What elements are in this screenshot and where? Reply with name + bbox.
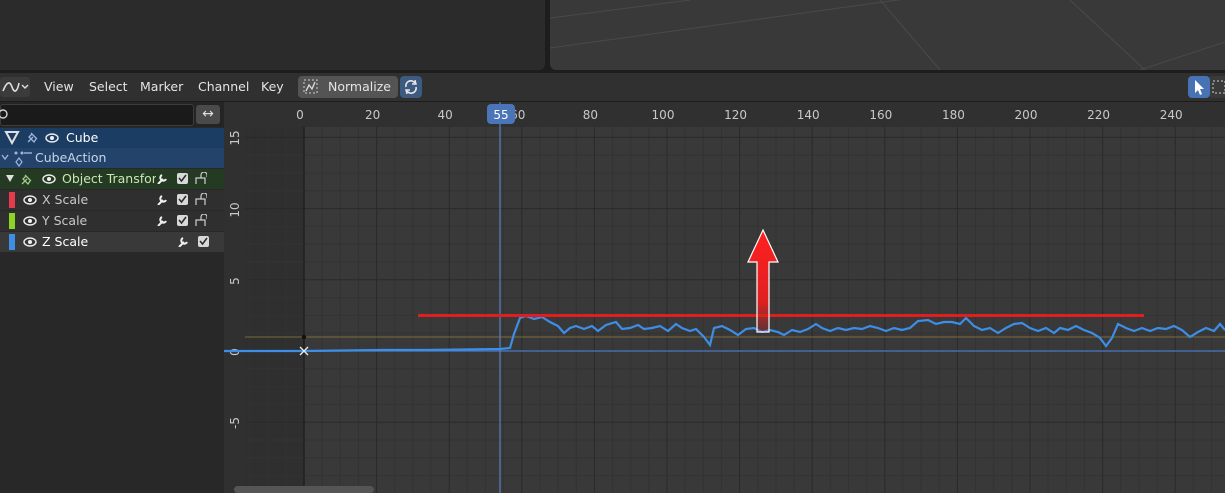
action-label: CubeAction: [35, 150, 107, 165]
grid-minor-lines: [245, 127, 1225, 493]
wrench-icon[interactable]: [155, 172, 167, 184]
group-row-icons: [6, 174, 56, 186]
swap-filter-button[interactable]: ↔: [196, 105, 220, 124]
box-select-icon: [1212, 80, 1225, 94]
menu-view[interactable]: View: [44, 78, 74, 96]
frame-tick-80: 80: [583, 108, 598, 122]
channel-x-scale[interactable]: X Scale: [0, 190, 224, 210]
frame-tick-240: 240: [1160, 108, 1183, 122]
value-tick-15: 15: [228, 130, 242, 145]
viewport-right-panel[interactable]: [550, 0, 1225, 70]
eye-icon[interactable]: [22, 232, 38, 252]
z-scale-color-swatch[interactable]: [9, 234, 15, 250]
y-scale-color-swatch[interactable]: [9, 213, 15, 229]
normalize-label: Normalize: [328, 79, 391, 94]
horizontal-scrollbar[interactable]: [234, 486, 374, 493]
channel-action[interactable]: CubeAction: [0, 148, 224, 168]
frame-tick-140: 140: [797, 108, 820, 122]
pin-icon: [21, 174, 32, 186]
object-row-icons: [4, 131, 59, 146]
menu-channel[interactable]: Channel: [198, 78, 249, 96]
normalize-button[interactable]: Normalize: [298, 76, 398, 98]
box-select-tool-button[interactable]: [1210, 76, 1225, 98]
unlock-icon[interactable]: [195, 193, 207, 205]
graph-editor-canvas[interactable]: 0 20 40 60 80 100 120 140 160 180 200 22…: [224, 102, 1225, 493]
unlock-icon[interactable]: [195, 214, 207, 226]
value-tick-10: 10: [228, 202, 242, 217]
auto-normalize-toggle[interactable]: [400, 76, 422, 98]
channel-search-row: ↔: [0, 102, 224, 127]
select-tool-button[interactable]: [1188, 76, 1210, 98]
frame-tick-220: 220: [1087, 108, 1110, 122]
wrench-icon[interactable]: [155, 214, 167, 226]
frame-tick-20: 20: [365, 108, 380, 122]
frame-tick-0: 0: [296, 108, 304, 122]
collapse-triangle-icon: [6, 175, 14, 182]
viewport-grid: [550, 0, 1225, 70]
wrench-icon[interactable]: [155, 193, 167, 205]
frame-tick-180: 180: [942, 108, 965, 122]
x-scale-color-swatch[interactable]: [9, 192, 15, 208]
eye-icon: [45, 133, 59, 143]
expand-triangle-icon: [4, 131, 20, 146]
menu-select[interactable]: Select: [89, 78, 128, 96]
x-scale-label: X Scale: [42, 192, 89, 207]
frame-tick-160: 160: [869, 108, 892, 122]
graph-editor-icon: [2, 82, 29, 92]
arrows-horizontal-icon: ↔: [202, 106, 214, 122]
viewport-left-panel[interactable]: [0, 0, 545, 70]
editor-type-button[interactable]: [0, 77, 30, 97]
value-tick-neg5: -5: [228, 417, 242, 429]
checkbox-icon[interactable]: [176, 172, 188, 184]
z-scale-label: Z Scale: [42, 234, 89, 249]
grid-major-lines: [245, 127, 1225, 493]
checkbox-icon[interactable]: [197, 235, 209, 247]
menu-marker[interactable]: Marker: [140, 78, 183, 96]
frame-tick-40: 40: [438, 108, 453, 122]
channel-search-input[interactable]: [0, 104, 194, 126]
channel-y-scale[interactable]: Y Scale: [0, 211, 224, 231]
frame-tick-120: 120: [724, 108, 747, 122]
value-ruler[interactable]: [224, 127, 245, 493]
cursor-icon: [1195, 80, 1204, 95]
search-icon: [0, 109, 8, 119]
checkbox-icon[interactable]: [176, 193, 188, 205]
eye-icon[interactable]: [22, 190, 38, 210]
channel-object-cube[interactable]: Cube: [0, 128, 224, 148]
eye-icon: [42, 174, 56, 184]
refresh-icon: [405, 79, 417, 95]
channel-list: Cube CubeAction Object Transform X Scale: [0, 127, 224, 493]
value-tick-5: 5: [228, 277, 242, 285]
3d-viewport-area: [0, 0, 1225, 72]
menu-key[interactable]: Key: [261, 78, 284, 96]
channel-group-object-transform[interactable]: Object Transform: [0, 169, 224, 189]
group-label: Object Transform: [62, 171, 156, 186]
object-label: Cube: [66, 130, 99, 145]
pin-icon: [27, 132, 38, 144]
graph-svg: 0 20 40 60 80 100 120 140 160 180 200 22…: [224, 102, 1225, 493]
action-icon: [1, 151, 32, 167]
frame-tick-100: 100: [652, 108, 675, 122]
eye-icon[interactable]: [22, 211, 38, 231]
channel-z-scale[interactable]: Z Scale: [0, 232, 224, 252]
y-scale-label: Y Scale: [42, 213, 88, 228]
checkbox-icon[interactable]: [176, 214, 188, 226]
current-frame-label: 55: [493, 108, 508, 122]
normalize-icon: [303, 79, 318, 94]
unlock-icon[interactable]: [195, 172, 207, 184]
frame-tick-200: 200: [1015, 108, 1038, 122]
wrench-icon[interactable]: [176, 235, 188, 247]
graph-editor-header: View Select Marker Channel Key Normalize: [0, 73, 1225, 101]
